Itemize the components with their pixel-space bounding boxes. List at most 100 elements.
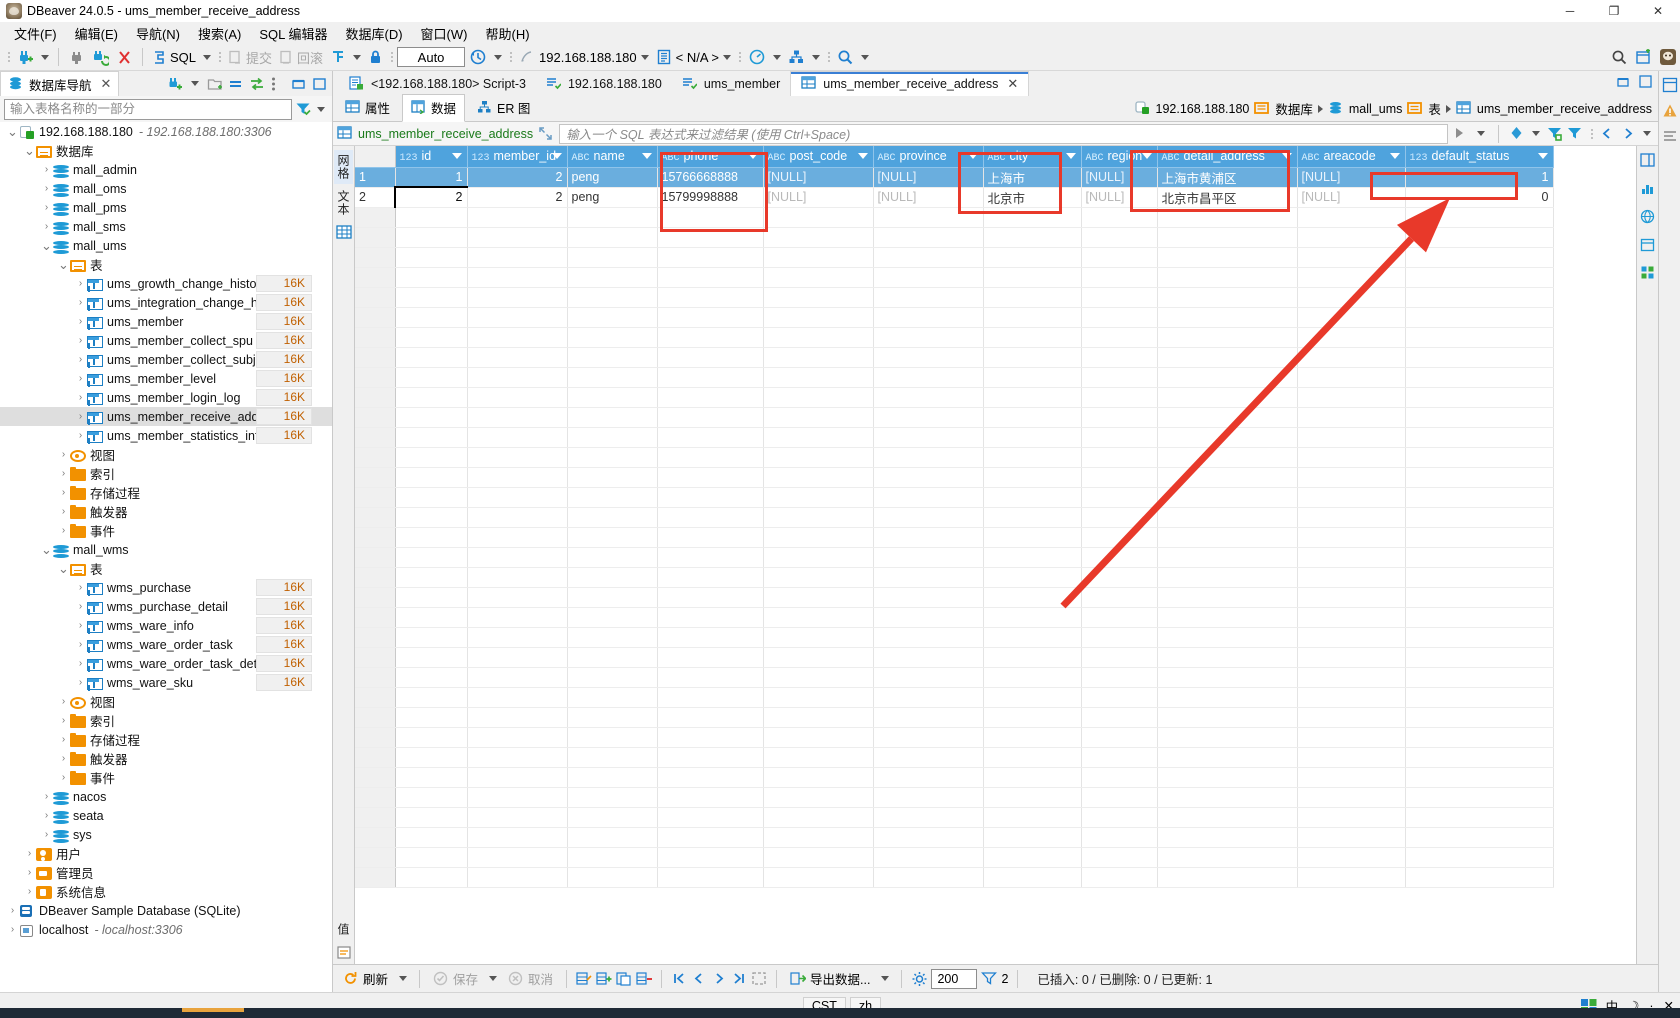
column-header[interactable]: 123 default_status	[1405, 146, 1554, 168]
menu-database[interactable]: 数据库(D)	[337, 22, 412, 45]
chevron-down-icon[interactable]: ⌄	[6, 125, 19, 138]
breadcrumb-chevron-icon[interactable]	[1445, 104, 1451, 113]
database-tree[interactable]: ⌄ 192.168.188.180- 192.168.188.180:3306 ⌄ 数…	[0, 122, 332, 992]
tree-item[interactable]: ⌄ mall_ums	[0, 236, 332, 255]
column-sort-icon[interactable]	[1141, 153, 1152, 159]
row-number-cell[interactable]: 2	[355, 187, 396, 208]
tree-item[interactable]: › wms_ware_info 16K	[0, 616, 332, 635]
open-perspective-icon[interactable]	[1632, 45, 1655, 69]
search-dropdown-icon[interactable]	[861, 54, 870, 60]
chevron-right-icon[interactable]: ›	[74, 297, 87, 308]
column-sort-icon[interactable]	[967, 153, 978, 159]
tree-item[interactable]: ⌄ 数据库	[0, 141, 332, 160]
table-cell[interactable]: [NULL]	[763, 167, 874, 188]
last-page-icon[interactable]	[731, 971, 747, 987]
presentation-tab-text[interactable]: 文本	[334, 186, 353, 220]
chevron-right-icon[interactable]: ›	[74, 658, 87, 669]
chevron-right-icon[interactable]: ›	[74, 373, 87, 384]
column-sort-icon[interactable]	[747, 153, 758, 159]
toolbar-drag-handle-4[interactable]	[508, 48, 513, 66]
segment-filter-icon[interactable]	[981, 971, 998, 987]
apply-filter-icon[interactable]	[1453, 126, 1469, 142]
refresh-dropdown-icon[interactable]	[399, 976, 408, 981]
tree-item[interactable]: › DBeaver Sample Database (SQLite)	[0, 901, 332, 920]
transaction-log-icon[interactable]	[466, 45, 490, 69]
maximize-panel-icon[interactable]	[312, 76, 328, 92]
toolbar-drag-handle[interactable]	[6, 48, 11, 66]
chevron-right-icon[interactable]: ›	[74, 411, 87, 422]
invalidate-connection-button[interactable]	[113, 45, 136, 69]
er-diagram-toolbar-icon[interactable]	[785, 45, 808, 69]
chevron-right-icon[interactable]: ›	[57, 468, 70, 479]
new-sql-editor-button[interactable]: SQL	[149, 45, 199, 69]
tree-item[interactable]: › 管理员	[0, 863, 332, 882]
tab-database-navigator[interactable]: 数据库导航 ✕	[0, 71, 120, 96]
disconnect-button[interactable]	[65, 45, 88, 69]
fetch-size-input[interactable]: 200	[931, 968, 978, 989]
grid-globe-panel-icon[interactable]	[1640, 209, 1656, 225]
tree-item[interactable]: › ums_member 16K	[0, 312, 332, 331]
project-explorer-strip-icon[interactable]	[1662, 77, 1678, 93]
cancel-button[interactable]: 取消	[504, 967, 557, 990]
new-connection-button[interactable]	[14, 45, 37, 69]
chevron-right-icon[interactable]: ›	[6, 905, 19, 916]
editor-tab[interactable]: ums_member_receive_address ✕	[790, 71, 1030, 96]
tree-item[interactable]: › wms_purchase 16K	[0, 578, 332, 597]
tree-item[interactable]: ⌄ 192.168.188.180 - 192.168.188.180:3306	[0, 122, 332, 141]
tree-item[interactable]: › sys	[0, 825, 332, 844]
subtab-properties[interactable]: 属性	[337, 95, 398, 121]
column-header[interactable]: ABC post_code	[763, 146, 874, 168]
table-cell[interactable]: 15766668888	[657, 167, 764, 188]
toolbar-drag-handle-2[interactable]	[217, 48, 222, 66]
chevron-right-icon[interactable]: ›	[40, 221, 53, 232]
restore-editor-icon[interactable]	[1616, 74, 1632, 90]
row-number-cell[interactable]: 1	[355, 167, 396, 188]
table-row[interactable]: 1 1 2 peng 15766668888 [NULL] [NULL] 上海市 [NULL] 上…	[355, 167, 1554, 188]
tree-item[interactable]: › seata	[0, 806, 332, 825]
add-row-icon[interactable]	[596, 971, 612, 987]
previous-result-icon[interactable]	[1600, 126, 1616, 142]
chevron-right-icon[interactable]: ›	[23, 867, 36, 878]
chevron-right-icon[interactable]: ›	[40, 791, 53, 802]
column-header[interactable]: ABC city	[983, 146, 1082, 168]
breadcrumb-chevron-icon[interactable]	[1317, 104, 1323, 113]
table-cell[interactable]: 北京市	[983, 187, 1082, 208]
chevron-right-icon[interactable]: ›	[40, 829, 53, 840]
toolbar-drag-handle-3[interactable]	[389, 48, 394, 66]
export-data-button[interactable]: 导出数据...	[786, 967, 874, 990]
table-cell[interactable]: peng	[567, 187, 658, 208]
table-cell[interactable]: 2	[467, 167, 568, 188]
menu-navigate[interactable]: 导航(N)	[127, 22, 189, 45]
export-dropdown-icon[interactable]	[881, 976, 890, 981]
grid-chart-panel-icon[interactable]	[1640, 181, 1656, 197]
menu-sql-editor[interactable]: SQL 编辑器	[250, 22, 336, 45]
column-header[interactable]: ABC detail_address	[1157, 146, 1298, 168]
grid-calendar-panel-icon[interactable]	[1640, 237, 1656, 253]
chevron-right-icon[interactable]: ›	[74, 335, 87, 346]
editor-tab[interactable]: 192.168.188.180	[536, 71, 672, 96]
toolbar-drag-handle-6[interactable]	[826, 48, 831, 66]
tree-item[interactable]: ⌄ 表	[0, 255, 332, 274]
schema-dropdown-icon[interactable]	[723, 54, 732, 60]
value-panel-tab[interactable]: 值	[334, 919, 353, 940]
chevron-right-icon[interactable]: ›	[74, 620, 87, 631]
data-grid[interactable]: 123 id 123 member_id ABC name ABC phone ABC post_…	[355, 146, 1636, 964]
chevron-right-icon[interactable]: ›	[74, 316, 87, 327]
tree-item[interactable]: › 触发器	[0, 749, 332, 768]
chevron-right-icon[interactable]: ›	[23, 886, 36, 897]
table-cell[interactable]: 上海市	[983, 167, 1082, 188]
menu-help[interactable]: 帮助(H)	[476, 22, 538, 45]
chevron-right-icon[interactable]: ›	[74, 392, 87, 403]
expand-filter-icon[interactable]	[538, 126, 554, 142]
chevron-right-icon[interactable]: ›	[40, 164, 53, 175]
tree-item[interactable]: › mall_sms	[0, 217, 332, 236]
menu-edit[interactable]: 编辑(E)	[66, 22, 127, 45]
tree-item[interactable]: › wms_ware_sku 16K	[0, 673, 332, 692]
chevron-right-icon[interactable]: ›	[74, 430, 87, 441]
breadcrumb-item[interactable]: 192.168.188.180	[1156, 102, 1250, 116]
column-sort-icon[interactable]	[451, 153, 462, 159]
table-filter-input[interactable]	[4, 98, 292, 120]
performance-monitor-icon[interactable]	[745, 45, 769, 69]
tree-item[interactable]: › ums_growth_change_history 16K	[0, 274, 332, 293]
fetch-all-icon[interactable]	[751, 971, 767, 987]
